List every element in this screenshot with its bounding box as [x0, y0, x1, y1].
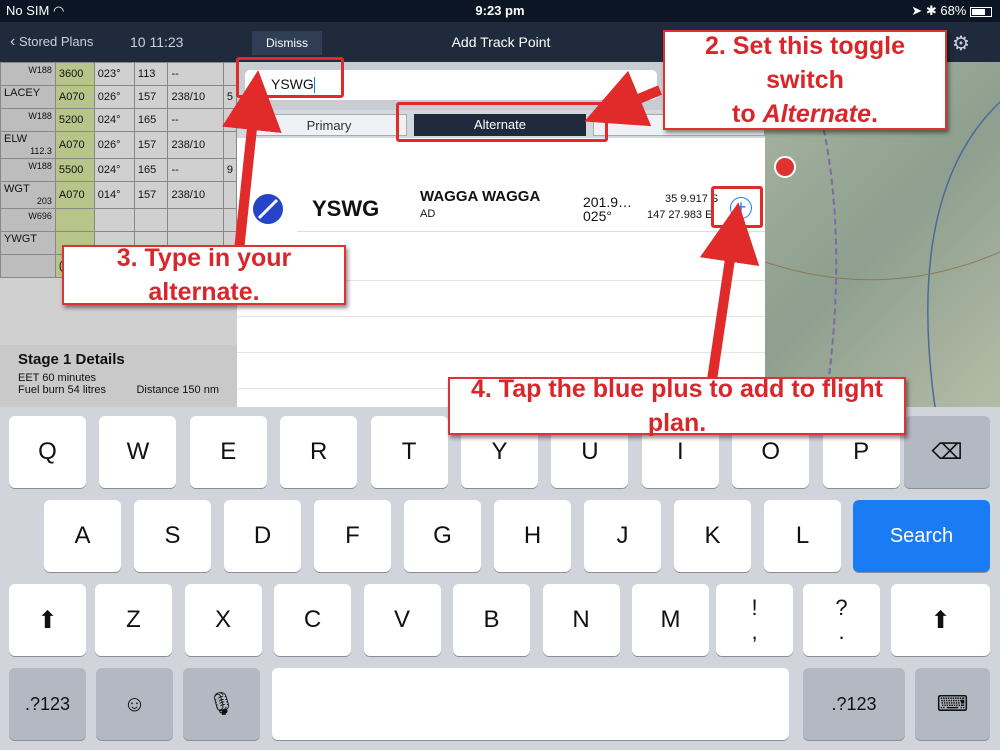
callout-step2-line2: to Alternate. [732, 100, 878, 128]
callout-step2-line1: 2. Set this toggle switch [704, 32, 906, 94]
arrow-step4 [699, 202, 760, 381]
arrow-step3 [221, 70, 282, 261]
callout-step3: 3. Type in your alternate. [62, 244, 346, 306]
arrow-step2 [584, 70, 662, 127]
callout-step4: 4. Tap the blue plus to add to flight pl… [448, 375, 906, 437]
callout-step2: 2. Set this toggle switch to Alternate. [663, 30, 947, 130]
